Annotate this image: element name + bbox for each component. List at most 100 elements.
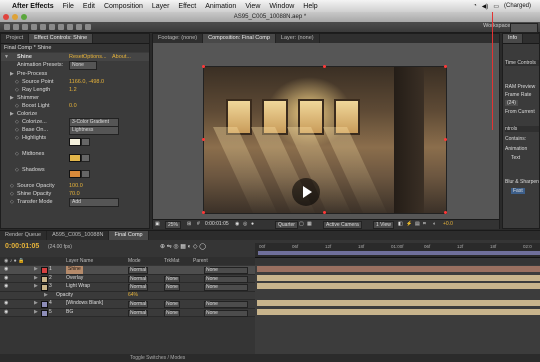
mask-tool-icon[interactable] <box>58 24 64 30</box>
parent-dropdown[interactable]: None <box>204 267 248 274</box>
tab-effects-presets[interactable]: ntrols <box>505 126 539 132</box>
effect-param-row[interactable]: ◇ Shine Opacity 70.0 <box>1 190 149 198</box>
safe-zones-icon[interactable]: ⊞ <box>187 220 191 229</box>
volume-icon[interactable]: ◀) <box>482 3 489 10</box>
tab-final-comp[interactable]: Final Comp <box>109 231 149 240</box>
menu-layer[interactable]: Layer <box>152 3 170 10</box>
hand-tool-icon[interactable] <box>13 24 19 30</box>
param-dropdown[interactable]: Add <box>69 198 119 207</box>
frame-handle[interactable] <box>444 211 447 214</box>
menu-edit[interactable]: Edit <box>83 3 95 10</box>
roi-icon[interactable]: ▢ <box>299 220 304 229</box>
work-area-bar[interactable] <box>258 251 540 255</box>
fast-blur-item[interactable]: Fast <box>511 188 525 194</box>
zoom-tool-icon[interactable] <box>22 24 28 30</box>
color-swatch[interactable] <box>69 138 81 146</box>
expand-triangle-icon[interactable]: ▶ <box>34 266 38 274</box>
stopwatch-icon[interactable]: ◇ <box>15 166 19 174</box>
timeline-icon[interactable]: ▤ <box>415 220 420 229</box>
stopwatch-icon[interactable]: ◇ <box>15 134 19 142</box>
rotate-tool-icon[interactable] <box>31 24 37 30</box>
resolution-dropdown[interactable]: Quarter <box>275 221 298 229</box>
zoom-dropdown[interactable]: 25% <box>165 221 182 229</box>
about-link[interactable]: About... <box>112 53 131 61</box>
current-time[interactable]: 0:00:01:05 <box>205 220 229 229</box>
menu-help[interactable]: Help <box>303 3 317 10</box>
stopwatch-icon[interactable]: ◇ <box>15 150 19 158</box>
eyedropper-icon[interactable] <box>81 170 90 178</box>
blend-mode-dropdown[interactable]: Normal <box>128 267 149 274</box>
opacity-value[interactable]: 64% <box>128 292 138 300</box>
layer-duration-bar[interactable] <box>257 308 540 315</box>
effect-param-row[interactable]: ▶ Shimmer <box>1 94 149 102</box>
blur-folder[interactable]: Blur & Sharpen <box>505 179 539 185</box>
expand-triangle-icon[interactable]: ▶ <box>10 94 14 102</box>
expand-triangle-icon[interactable]: ▶ <box>44 292 48 300</box>
stopwatch-icon[interactable]: ◇ <box>15 102 19 110</box>
visibility-eye-icon[interactable]: ◉ <box>4 309 8 317</box>
selection-tool-icon[interactable] <box>4 24 10 30</box>
composition-viewer[interactable] <box>153 43 499 219</box>
blend-mode-dropdown[interactable]: Normal <box>128 284 149 291</box>
composition-frame[interactable] <box>203 66 447 214</box>
fast-preview-icon[interactable]: ⚡ <box>406 220 412 229</box>
timeline-switches-icons[interactable]: ⊕ ⇋ ◎ ▦ ◐ ◇ ◯ <box>160 243 206 250</box>
stopwatch-icon[interactable]: ◇ <box>15 118 19 126</box>
color-swatch[interactable] <box>69 154 81 162</box>
layer-row[interactable]: ◉ ▶ 3 Light Wrap Normal None None <box>0 283 255 292</box>
tab-composition[interactable]: Composition: Final Comp <box>203 34 276 43</box>
brush-tool-icon[interactable] <box>85 24 91 30</box>
tab-render-queue[interactable]: Render Queue <box>0 231 48 240</box>
trkmat-dropdown[interactable]: None <box>164 301 180 308</box>
layer-duration-bar[interactable] <box>257 266 540 272</box>
camera-dropdown[interactable]: Active Camera <box>323 221 362 229</box>
effect-param-row[interactable]: ▶ Pre-Process <box>1 70 149 78</box>
layer-label-color[interactable] <box>41 284 48 291</box>
layer-track-area[interactable] <box>255 265 540 355</box>
layer-duration-bar[interactable] <box>257 274 540 281</box>
effect-param-row[interactable]: ◇ Ray Length 1.2 <box>1 86 149 94</box>
visibility-eye-icon[interactable]: ◉ <box>4 283 8 291</box>
exposure-icon[interactable]: ◐ <box>433 220 436 229</box>
menu-composition[interactable]: Composition <box>104 3 143 10</box>
animation-presets-dropdown[interactable]: None <box>69 61 97 70</box>
frame-handle[interactable] <box>444 65 447 68</box>
stopwatch-icon[interactable]: ◇ <box>10 182 14 190</box>
layer-name[interactable]: Shine <box>66 266 83 274</box>
layer-name[interactable]: BG <box>66 309 73 317</box>
effect-param-row[interactable]: ◇ Base On... Lightness <box>1 126 149 135</box>
tab-time-controls[interactable]: Time Controls <box>505 60 539 66</box>
frame-handle[interactable] <box>202 211 205 214</box>
parent-dropdown[interactable]: None <box>204 301 248 308</box>
expand-triangle-icon[interactable]: ▶ <box>10 110 14 118</box>
mode-header[interactable]: Mode <box>128 257 141 265</box>
camera-tool-icon[interactable] <box>40 24 46 30</box>
color-swatch[interactable] <box>69 170 81 178</box>
flowchart-icon[interactable]: ⌗ <box>423 220 426 229</box>
parent-dropdown[interactable]: None <box>204 284 248 291</box>
tab-project[interactable]: Project <box>1 34 30 43</box>
layer-name-header[interactable]: Layer Name <box>66 257 93 265</box>
layer-duration-bar[interactable] <box>257 283 540 289</box>
stopwatch-icon[interactable]: ◇ <box>10 198 14 206</box>
param-value[interactable]: 1.2 <box>69 86 77 94</box>
expand-triangle-icon[interactable]: ▼ <box>4 53 9 61</box>
menu-effect[interactable]: Effect <box>178 3 196 10</box>
show-snapshot-icon[interactable]: ◎ <box>243 220 247 229</box>
parent-dropdown[interactable]: None <box>204 309 248 317</box>
menu-animation[interactable]: Animation <box>205 3 236 10</box>
close-window-icon[interactable] <box>3 14 9 20</box>
pan-behind-tool-icon[interactable] <box>49 24 55 30</box>
layer-row[interactable]: ◉ ▶ 5 BG Normal None None <box>0 308 255 317</box>
channel-icon[interactable]: ● <box>251 220 254 229</box>
expand-triangle-icon[interactable]: ▶ <box>34 300 38 308</box>
layer-name[interactable]: Opacity <box>56 292 73 300</box>
tab-layer[interactable]: Layer: (none) <box>276 34 320 43</box>
layer-name[interactable]: Overlay <box>66 275 83 283</box>
menu-window[interactable]: Window <box>269 3 294 10</box>
effect-param-row[interactable]: ◇ Source Point 1166.0, -498.0 <box>1 78 149 86</box>
layer-duration-bar[interactable] <box>257 300 540 306</box>
effect-param-row[interactable]: ◇ Boost Light 0.0 <box>1 102 149 110</box>
frame-handle[interactable] <box>202 138 205 141</box>
layer-name[interactable]: Light Wrap <box>66 283 90 291</box>
